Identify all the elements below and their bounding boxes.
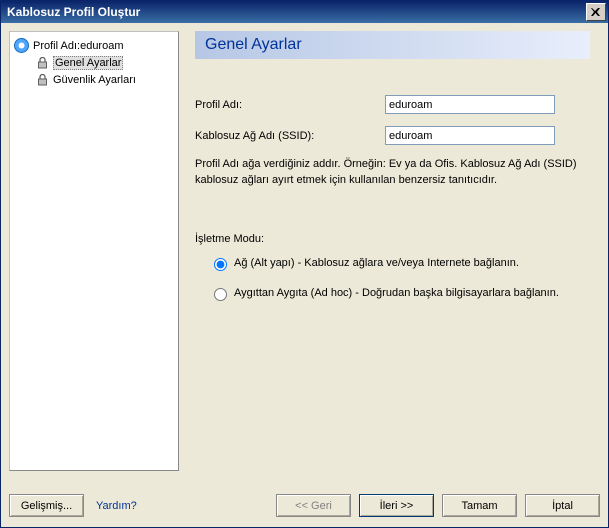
tree-item-security[interactable]: Güvenlik Ayarları: [36, 72, 174, 88]
tree-item-label: Genel Ayarlar: [53, 56, 123, 70]
section-heading: Genel Ayarlar: [195, 31, 590, 59]
advanced-button[interactable]: Gelişmiş...: [9, 494, 84, 517]
lock-icon: [36, 74, 49, 87]
radio-adhoc-input[interactable]: [214, 288, 227, 301]
operating-mode-label: İşletme Modu:: [195, 233, 590, 245]
radio-infrastructure-input[interactable]: [214, 258, 227, 271]
tree-root-label: Profil Adı:eduroam: [33, 40, 124, 52]
window-title: Kablosuz Profil Oluştur: [7, 5, 586, 19]
close-button[interactable]: [586, 3, 606, 21]
ok-button[interactable]: Tamam: [442, 494, 517, 517]
navigation-tree: Profil Adı:eduroam Genel Ayarlar Güvenli…: [9, 31, 179, 471]
ssid-input[interactable]: [385, 126, 555, 145]
profile-name-input[interactable]: [385, 95, 555, 114]
radio-label: Aygıttan Aygıta (Ad hoc) - Doğrudan başk…: [234, 287, 559, 299]
profile-name-label: Profil Adı:: [195, 99, 385, 111]
radio-label: Ağ (Alt yapı) - Kablosuz ağlara ve/veya …: [234, 257, 519, 269]
profile-root-icon: [14, 38, 29, 53]
radio-adhoc[interactable]: Aygıttan Aygıta (Ad hoc) - Doğrudan başk…: [209, 285, 590, 301]
main-panel: Genel Ayarlar Profil Adı: Kablosuz Ağ Ad…: [185, 31, 600, 471]
radio-infrastructure[interactable]: Ağ (Alt yapı) - Kablosuz ağlara ve/veya …: [209, 255, 590, 271]
ssid-label: Kablosuz Ağ Adı (SSID):: [195, 130, 385, 142]
title-bar: Kablosuz Profil Oluştur: [1, 1, 608, 23]
back-button[interactable]: << Geri: [276, 494, 351, 517]
tree-root[interactable]: Profil Adı:eduroam: [14, 38, 174, 53]
help-link[interactable]: Yardım?: [96, 500, 137, 512]
tree-item-label: Güvenlik Ayarları: [53, 74, 136, 86]
cancel-button[interactable]: İptal: [525, 494, 600, 517]
button-bar: Gelişmiş... Yardım? << Geri İleri >> Tam…: [9, 494, 600, 517]
lock-icon: [36, 57, 49, 70]
close-icon: [591, 8, 601, 16]
description-text: Profil Adı ağa verdiğiniz addır. Örneğin…: [195, 157, 590, 189]
tree-item-general[interactable]: Genel Ayarlar: [36, 55, 174, 71]
next-button[interactable]: İleri >>: [359, 494, 434, 517]
